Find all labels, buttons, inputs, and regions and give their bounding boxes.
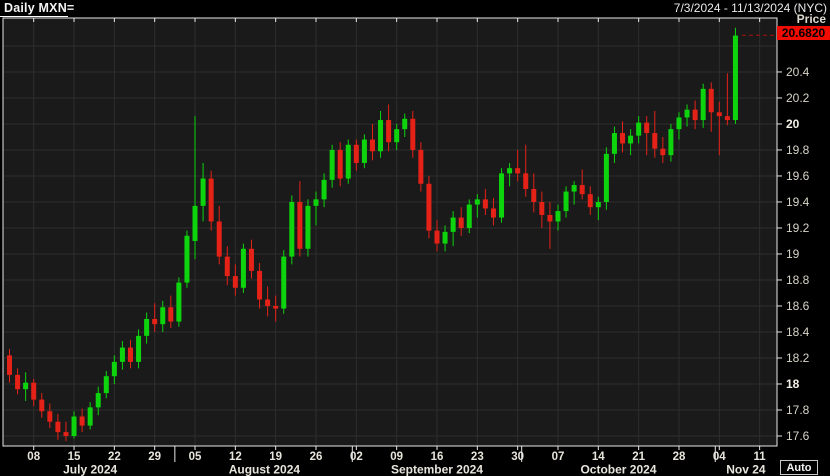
price-tick-label: 18.6: [786, 299, 810, 313]
candle: [604, 147, 609, 209]
day-tick-label: 11: [754, 451, 767, 463]
month-label: September 2024: [391, 463, 483, 476]
day-tick-label: 12: [229, 451, 242, 463]
day-tick-label: 09: [390, 451, 403, 463]
last-price-badge: 20.6820: [777, 26, 830, 40]
price-tick-label: 18: [786, 377, 800, 391]
price-axis[interactable]: 20.4 20.2 20 19.8 19.6 19.4 19.2 19 18.8 18.6 18.4…: [777, 65, 810, 443]
price-tick-label: 18.8: [786, 273, 810, 287]
day-tick-label: 16: [431, 451, 444, 463]
candle: [289, 195, 294, 264]
candle: [184, 231, 189, 288]
day-tick-label: 08: [27, 451, 40, 463]
candle: [733, 28, 738, 124]
candle: [499, 168, 504, 223]
price-tick-label: 17.6: [786, 429, 810, 443]
price-tick-label: 19: [786, 247, 800, 261]
candle: [305, 199, 310, 256]
price-tick-label: 17.8: [786, 403, 810, 417]
day-tick-label: 07: [552, 451, 565, 463]
price-axis-label: Price: [777, 12, 826, 26]
price-tick-label: 20.4: [786, 65, 810, 79]
price-tick-label: 20.2: [786, 91, 810, 105]
candle: [426, 176, 431, 238]
price-tick-label: 19.2: [786, 221, 810, 235]
day-tick-label: 28: [673, 451, 686, 463]
day-tick-label: 05: [189, 451, 202, 463]
price-tick-label: 20: [786, 117, 800, 131]
month-label: July 2024: [63, 463, 117, 476]
auto-scale-button[interactable]: Auto: [780, 460, 818, 475]
day-tick-label: 22: [108, 451, 121, 463]
candlestick-chart[interactable]: 08152229051219260209162330071421280411Ju…: [0, 0, 830, 476]
price-tick-label: 18.4: [786, 325, 810, 339]
month-label: Nov 24: [726, 463, 766, 476]
month-label: October 2024: [580, 463, 656, 476]
day-tick-label: 21: [632, 451, 645, 463]
chart-window: Daily MXN= 7/3/2024 - 11/13/2024 (NYC) 0…: [0, 0, 830, 476]
candle: [346, 140, 351, 184]
day-tick-label: 23: [471, 451, 484, 463]
plot-area[interactable]: [3, 18, 777, 446]
candle: [176, 277, 181, 326]
day-tick-label: 14: [592, 451, 605, 463]
candle: [281, 250, 286, 314]
price-tick-label: 19.6: [786, 169, 810, 183]
month-label: August 2024: [229, 463, 301, 476]
day-tick-label: 19: [269, 451, 282, 463]
day-tick-label: 29: [148, 451, 161, 463]
day-tick-label: 26: [310, 451, 323, 463]
price-tick-label: 19.8: [786, 143, 810, 157]
day-tick-label: 15: [68, 451, 81, 463]
price-tick-label: 19.4: [786, 195, 810, 209]
price-tick-label: 18.2: [786, 351, 810, 365]
candle: [241, 244, 246, 293]
